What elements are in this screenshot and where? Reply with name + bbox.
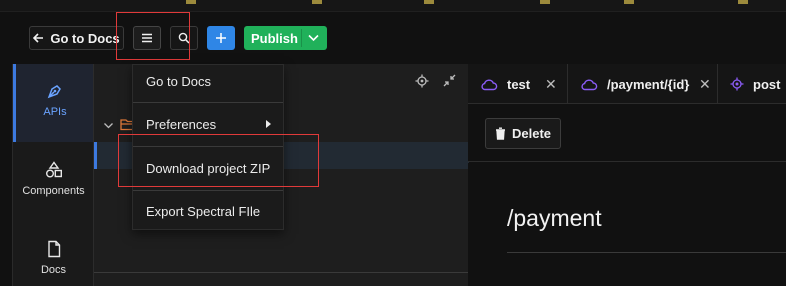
document-icon	[46, 240, 62, 258]
menu-item-go-to-docs[interactable]: Go to Docs	[133, 66, 283, 96]
rail-item-components[interactable]: Components	[13, 144, 94, 222]
menu-item-label: Preferences	[146, 116, 217, 132]
tab-label: post	[753, 76, 781, 92]
publish-divider	[301, 29, 302, 47]
chevron-down-icon[interactable]	[103, 120, 114, 131]
strip-marker	[624, 0, 634, 4]
top-strip	[0, 0, 786, 12]
highlight-box-menu	[116, 12, 190, 60]
delete-label: Delete	[511, 126, 552, 141]
chevron-down-icon[interactable]	[307, 31, 320, 44]
menu-separator	[133, 102, 283, 103]
publish-button[interactable]: Publish	[244, 26, 327, 50]
tab-post[interactable]: post	[718, 64, 786, 104]
collapse-icon[interactable]	[443, 74, 456, 87]
delete-button[interactable]: Delete	[485, 118, 561, 149]
divider	[507, 252, 786, 253]
add-button[interactable]	[207, 26, 235, 50]
menu-item-label: Export Spectral FIle	[146, 203, 261, 219]
tab-label: test	[507, 76, 531, 92]
menu-separator	[133, 190, 283, 191]
pen-nib-icon	[46, 82, 64, 100]
editor-content: /payment	[468, 163, 786, 286]
cloud-icon	[580, 78, 598, 91]
go-to-docs-label: Go to Docs	[50, 30, 120, 46]
cloud-icon	[480, 78, 498, 91]
action-bar: Delete	[468, 104, 786, 162]
plus-icon	[215, 32, 227, 44]
tab-bar: test ✕ /payment/{id} ✕ post	[468, 64, 786, 104]
close-icon[interactable]: ✕	[699, 76, 711, 93]
target-icon	[730, 77, 744, 91]
rail-item-docs[interactable]: Docs	[13, 226, 94, 286]
menu-item-export-spectral-file[interactable]: Export Spectral FIle	[133, 196, 283, 226]
tab-label: /payment/{id}	[607, 76, 690, 92]
go-to-docs-button[interactable]: Go to Docs	[29, 26, 124, 50]
arrow-left-icon	[33, 33, 44, 43]
trash-icon	[495, 127, 506, 140]
page-title: /payment	[507, 205, 602, 231]
tab-test[interactable]: test ✕	[468, 64, 568, 104]
caret-right-icon	[266, 120, 271, 128]
strip-marker	[186, 0, 196, 4]
shapes-icon	[45, 161, 63, 179]
strip-marker	[540, 0, 550, 4]
strip-marker	[424, 0, 434, 4]
strip-marker	[738, 0, 748, 4]
highlight-box-download-zip	[118, 134, 319, 187]
tab-payment-id[interactable]: /payment/{id} ✕	[568, 64, 718, 104]
menu-item-label: Go to Docs	[146, 73, 212, 89]
toolbar: Go to Docs Publish	[0, 12, 786, 64]
locate-icon[interactable]	[415, 74, 429, 88]
left-rail: APIs Components Docs	[12, 64, 94, 286]
close-icon[interactable]: ✕	[545, 76, 557, 93]
app-window: Go to Docs Publish APIs Components Docs …	[0, 0, 786, 286]
rail-item-label: APIs	[43, 106, 67, 118]
publish-label: Publish	[251, 30, 298, 46]
divider	[94, 272, 469, 273]
rail-item-apis[interactable]: APIs	[13, 64, 94, 142]
rail-item-label: Components	[22, 185, 85, 197]
strip-marker	[312, 0, 322, 4]
rail-item-label: Docs	[40, 264, 67, 276]
